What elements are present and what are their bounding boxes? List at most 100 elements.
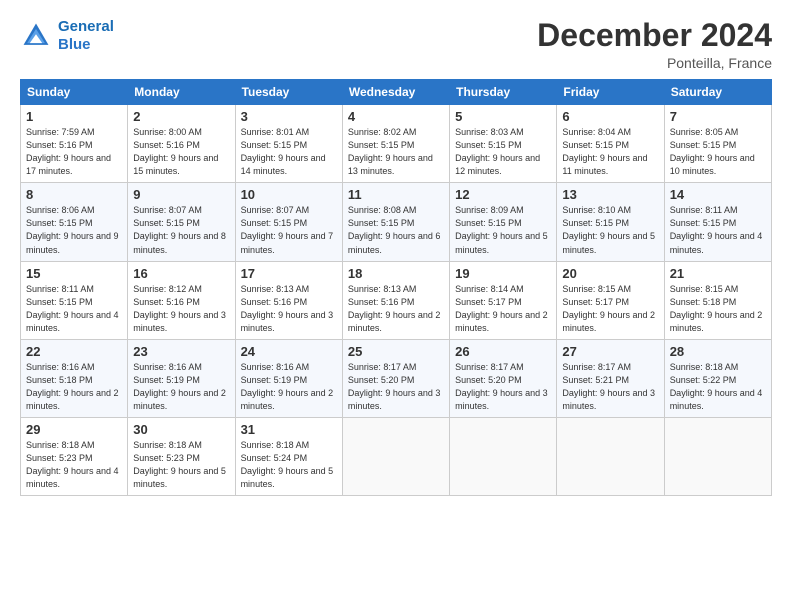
calendar-day-2: 2Sunrise: 8:00 AMSunset: 5:16 PMDaylight…: [128, 105, 235, 183]
day-info: Sunrise: 8:02 AMSunset: 5:15 PMDaylight:…: [348, 126, 444, 178]
day-number: 17: [241, 266, 337, 281]
day-number: 10: [241, 187, 337, 202]
day-info: Sunrise: 8:18 AMSunset: 5:23 PMDaylight:…: [26, 439, 122, 491]
day-number: 30: [133, 422, 229, 437]
calendar-day-23: 23 Sunrise: 8:16 AMSunset: 5:19 PMDayligh…: [128, 339, 235, 417]
logo-line1: General: [58, 18, 114, 35]
empty-cell: [342, 417, 449, 495]
calendar-day-13: 13Sunrise: 8:10 AMSunset: 5:15 PMDayligh…: [557, 183, 664, 261]
calendar-day-11: 11 Sunrise: 8:08 AMSunset: 5:15 PMDayligh…: [342, 183, 449, 261]
calendar-day-7: 7Sunrise: 8:05 AMSunset: 5:15 PMDaylight…: [664, 105, 771, 183]
day-info: Sunrise: 8:13 AMSunset: 5:16 PMDaylight:…: [348, 283, 444, 335]
day-number: 1: [26, 109, 122, 124]
header-thursday: Thursday: [450, 80, 557, 105]
day-number: 16: [133, 266, 229, 281]
day-info: Sunrise: 8:06 AMSunset: 5:15 PMDaylight:…: [26, 204, 122, 256]
day-info: Sunrise: 8:15 AMSunset: 5:17 PMDaylight:…: [562, 283, 658, 335]
day-info: Sunrise: 8:01 AMSunset: 5:15 PMDaylight:…: [241, 126, 337, 178]
day-info: Sunrise: 8:04 AMSunset: 5:15 PMDaylight:…: [562, 126, 658, 178]
calendar-week-1: 1 Sunrise: 7:59 AMSunset: 5:16 PMDaylight…: [21, 105, 772, 183]
day-number: 4: [348, 109, 444, 124]
location: Ponteilla, France: [537, 55, 772, 71]
day-number: 27: [562, 344, 658, 359]
day-number: 25: [348, 344, 444, 359]
day-number: 19: [455, 266, 551, 281]
page: General Blue December 2024 Ponteilla, Fr…: [0, 0, 792, 612]
month-title: December 2024: [537, 18, 772, 53]
calendar-day-4: 4 Sunrise: 8:02 AMSunset: 5:15 PMDaylight…: [342, 105, 449, 183]
day-number: 9: [133, 187, 229, 202]
calendar-week-4: 22Sunrise: 8:16 AMSunset: 5:18 PMDayligh…: [21, 339, 772, 417]
day-number: 24: [241, 344, 337, 359]
day-info: Sunrise: 8:07 AMSunset: 5:15 PMDaylight:…: [133, 204, 229, 256]
day-number: 14: [670, 187, 766, 202]
day-info: Sunrise: 8:07 AMSunset: 5:15 PMDaylight:…: [241, 204, 337, 256]
calendar-day-3: 3 Sunrise: 8:01 AMSunset: 5:15 PMDaylight…: [235, 105, 342, 183]
day-number: 22: [26, 344, 122, 359]
day-info: Sunrise: 8:16 AMSunset: 5:19 PMDaylight:…: [241, 361, 337, 413]
day-info: Sunrise: 8:17 AMSunset: 5:20 PMDaylight:…: [455, 361, 551, 413]
day-number: 28: [670, 344, 766, 359]
calendar-day-27: 27 Sunrise: 8:17 AMSunset: 5:21 PMDayligh…: [557, 339, 664, 417]
calendar-day-24: 24 Sunrise: 8:16 AMSunset: 5:19 PMDayligh…: [235, 339, 342, 417]
calendar-day-17: 17Sunrise: 8:13 AMSunset: 5:16 PMDayligh…: [235, 261, 342, 339]
day-info: Sunrise: 8:00 AMSunset: 5:16 PMDaylight:…: [133, 126, 229, 178]
day-number: 23: [133, 344, 229, 359]
calendar-day-12: 12 Sunrise: 8:09 AMSunset: 5:15 PMDayligh…: [450, 183, 557, 261]
weekday-header-row: Sunday Monday Tuesday Wednesday Thursday…: [21, 80, 772, 105]
day-info: Sunrise: 8:03 AMSunset: 5:15 PMDaylight:…: [455, 126, 551, 178]
calendar-table: Sunday Monday Tuesday Wednesday Thursday…: [20, 79, 772, 496]
calendar-day-30: 30 Sunrise: 8:18 AMSunset: 5:23 PMDayligh…: [128, 417, 235, 495]
day-info: Sunrise: 8:18 AMSunset: 5:22 PMDaylight:…: [670, 361, 766, 413]
day-number: 3: [241, 109, 337, 124]
day-info: Sunrise: 8:09 AMSunset: 5:15 PMDaylight:…: [455, 204, 551, 256]
calendar-day-15: 15Sunrise: 8:11 AMSunset: 5:15 PMDayligh…: [21, 261, 128, 339]
calendar-day-8: 8Sunrise: 8:06 AMSunset: 5:15 PMDaylight…: [21, 183, 128, 261]
day-info: Sunrise: 8:17 AMSunset: 5:21 PMDaylight:…: [562, 361, 658, 413]
day-number: 18: [348, 266, 444, 281]
logo: General Blue: [20, 18, 114, 54]
day-number: 7: [670, 109, 766, 124]
calendar-day-14: 14 Sunrise: 8:11 AMSunset: 5:15 PMDayligh…: [664, 183, 771, 261]
calendar-day-31: 31Sunrise: 8:18 AMSunset: 5:24 PMDayligh…: [235, 417, 342, 495]
header-saturday: Saturday: [664, 80, 771, 105]
calendar-day-9: 9 Sunrise: 8:07 AMSunset: 5:15 PMDaylight…: [128, 183, 235, 261]
calendar-day-10: 10 Sunrise: 8:07 AMSunset: 5:15 PMDayligh…: [235, 183, 342, 261]
day-number: 26: [455, 344, 551, 359]
day-info: Sunrise: 8:18 AMSunset: 5:23 PMDaylight:…: [133, 439, 229, 491]
day-info: Sunrise: 7:59 AMSunset: 5:16 PMDaylight:…: [26, 126, 122, 178]
empty-cell: [450, 417, 557, 495]
header-friday: Friday: [557, 80, 664, 105]
day-info: Sunrise: 8:08 AMSunset: 5:15 PMDaylight:…: [348, 204, 444, 256]
calendar-week-5: 29 Sunrise: 8:18 AMSunset: 5:23 PMDayligh…: [21, 417, 772, 495]
header-sunday: Sunday: [21, 80, 128, 105]
calendar-day-6: 6 Sunrise: 8:04 AMSunset: 5:15 PMDaylight…: [557, 105, 664, 183]
logo-text: General Blue: [58, 18, 114, 54]
day-info: Sunrise: 8:11 AMSunset: 5:15 PMDaylight:…: [26, 283, 122, 335]
day-number: 11: [348, 187, 444, 202]
day-number: 6: [562, 109, 658, 124]
calendar-day-29: 29 Sunrise: 8:18 AMSunset: 5:23 PMDayligh…: [21, 417, 128, 495]
calendar-day-26: 26 Sunrise: 8:17 AMSunset: 5:20 PMDayligh…: [450, 339, 557, 417]
day-info: Sunrise: 8:11 AMSunset: 5:15 PMDaylight:…: [670, 204, 766, 256]
header: General Blue December 2024 Ponteilla, Fr…: [20, 18, 772, 71]
day-info: Sunrise: 8:10 AMSunset: 5:15 PMDaylight:…: [562, 204, 658, 256]
calendar-day-22: 22Sunrise: 8:16 AMSunset: 5:18 PMDayligh…: [21, 339, 128, 417]
calendar-day-1: 1 Sunrise: 7:59 AMSunset: 5:16 PMDaylight…: [21, 105, 128, 183]
day-number: 31: [241, 422, 337, 437]
empty-cell: [664, 417, 771, 495]
day-info: Sunrise: 8:15 AMSunset: 5:18 PMDaylight:…: [670, 283, 766, 335]
calendar-day-16: 16Sunrise: 8:12 AMSunset: 5:16 PMDayligh…: [128, 261, 235, 339]
title-block: December 2024 Ponteilla, France: [537, 18, 772, 71]
header-monday: Monday: [128, 80, 235, 105]
calendar-week-3: 15Sunrise: 8:11 AMSunset: 5:15 PMDayligh…: [21, 261, 772, 339]
day-info: Sunrise: 8:16 AMSunset: 5:19 PMDaylight:…: [133, 361, 229, 413]
logo-line2: Blue: [58, 36, 91, 53]
day-number: 20: [562, 266, 658, 281]
empty-cell: [557, 417, 664, 495]
day-number: 12: [455, 187, 551, 202]
day-number: 29: [26, 422, 122, 437]
day-info: Sunrise: 8:17 AMSunset: 5:20 PMDaylight:…: [348, 361, 444, 413]
calendar-day-21: 21Sunrise: 8:15 AMSunset: 5:18 PMDayligh…: [664, 261, 771, 339]
calendar-day-18: 18 Sunrise: 8:13 AMSunset: 5:16 PMDayligh…: [342, 261, 449, 339]
